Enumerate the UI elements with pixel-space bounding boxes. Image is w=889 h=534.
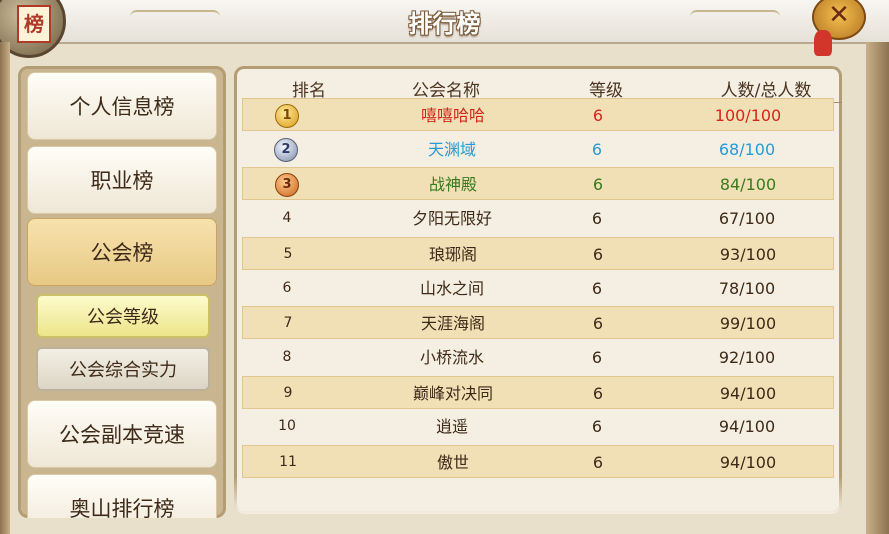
guild-name-cell: 逍遥 — [435, 417, 468, 437]
rank-medal-icon: 3 — [275, 173, 299, 198]
ranking-table: 排名 公会名称 等级 人数/总人数 1 嘻嘻哈哈 6 100/100 2 天渊域 6 68/1… — [234, 66, 842, 514]
scroll-fade — [234, 476, 842, 514]
sidebar-item-alterac-ranking[interactable]: 奥山排行榜 — [27, 474, 217, 518]
sidebar-item-guild[interactable]: 公会榜 — [27, 218, 217, 286]
rank-medal-icon: 2 — [274, 137, 298, 162]
subtab-label: 公会等级 — [87, 307, 159, 328]
members-cell: 68/100 — [718, 139, 776, 159]
guild-name-cell: 战神殿 — [428, 175, 477, 195]
sidebar-item-guild-dungeon-race[interactable]: 公会副本竞速 — [27, 400, 217, 468]
members-cell: 78/100 — [718, 278, 776, 298]
level-cell: 6 — [592, 314, 604, 334]
table-row[interactable]: 1 嘻嘻哈哈 6 100/100 — [242, 98, 834, 131]
rank-cell: 8 — [282, 348, 292, 365]
table-row[interactable]: 9 巅峰对决同 6 94/100 — [242, 375, 834, 409]
level-cell: 6 — [592, 244, 604, 264]
table-row[interactable]: 2 天渊域 6 68/100 — [242, 133, 834, 166]
guild-name-cell: 琅琊阁 — [428, 244, 477, 264]
members-cell: 100/100 — [714, 106, 782, 125]
members-cell: 94/100 — [719, 383, 777, 403]
subtab-guild-strength[interactable]: 公会综合实力 — [36, 347, 210, 391]
level-cell: 6 — [591, 139, 603, 159]
rank-medal-icon: 1 — [275, 104, 299, 128]
window-title: 排行榜 — [408, 10, 481, 38]
guild-name-cell: 山水之间 — [419, 278, 484, 298]
guild-name-cell: 巅峰对决同 — [412, 383, 493, 403]
table-row[interactable]: 11 傲世 6 94/100 — [242, 445, 834, 478]
table-row[interactable]: 8 小桥流水 6 92/100 — [242, 341, 834, 374]
sidebar-item-label: 奥山排行榜 — [69, 497, 175, 518]
table-row[interactable]: 6 山水之间 6 78/100 — [242, 272, 834, 305]
sidebar-item-label: 公会副本竞速 — [59, 423, 185, 447]
rank-cell: 4 — [282, 210, 292, 227]
guild-name-cell: 天涯海阁 — [420, 314, 485, 334]
rank-cell: 5 — [283, 245, 293, 262]
members-cell: 93/100 — [719, 244, 777, 264]
level-cell: 6 — [591, 278, 603, 298]
sidebar-item-label: 公会榜 — [90, 241, 154, 265]
frame-left-edge — [0, 42, 10, 534]
sidebar-item-label: 职业榜 — [90, 169, 154, 193]
rank-cell: 6 — [282, 279, 292, 296]
members-cell: 92/100 — [718, 347, 776, 367]
rank-cell: 11 — [279, 454, 297, 470]
category-sidebar: 个人信息榜 职业榜 公会榜 公会等级 公会综合实力 公会副本竞速 奥山排行榜 — [18, 66, 226, 518]
members-cell: 99/100 — [719, 314, 777, 334]
subtab-label: 公会综合实力 — [69, 360, 177, 381]
table-row[interactable]: 3 战神殿 6 84/100 — [242, 167, 834, 201]
level-cell: 6 — [592, 175, 604, 195]
members-cell: 67/100 — [718, 209, 776, 229]
rank-cell: 10 — [278, 418, 296, 435]
guild-name-cell: 天渊域 — [427, 139, 476, 159]
level-cell: 6 — [591, 347, 603, 367]
title-bar: 排行榜 — [0, 0, 889, 44]
tassel-decoration — [814, 30, 832, 56]
guild-name-cell: 夕阳无限好 — [411, 209, 492, 229]
rank-cell: 7 — [283, 315, 293, 332]
sidebar-item-profession[interactable]: 职业榜 — [27, 146, 217, 214]
level-cell: 6 — [592, 106, 604, 125]
rank-cell: 9 — [283, 384, 293, 401]
table-row[interactable]: 10 逍遥 6 94/100 — [242, 410, 834, 443]
level-cell: 6 — [592, 383, 604, 403]
members-cell: 94/100 — [719, 453, 777, 472]
subtab-guild-level[interactable]: 公会等级 — [36, 294, 210, 338]
table-row[interactable]: 7 天涯海阁 6 99/100 — [242, 306, 834, 340]
logo-text: 榜 — [17, 5, 51, 43]
table-row[interactable]: 4 夕阳无限好 6 67/100 — [242, 202, 834, 235]
frame-right-edge — [866, 42, 889, 534]
level-cell: 6 — [591, 417, 603, 437]
guild-name-cell: 小桥流水 — [419, 347, 484, 367]
sidebar-item-personal-info[interactable]: 个人信息榜 — [27, 72, 217, 140]
guild-name-cell: 傲世 — [436, 453, 469, 472]
close-icon: ✕ — [828, 0, 850, 30]
level-cell: 6 — [592, 453, 604, 472]
members-cell: 84/100 — [719, 175, 777, 195]
table-row[interactable]: 5 琅琊阁 6 93/100 — [242, 236, 834, 270]
guild-name-cell: 嘻嘻哈哈 — [420, 106, 485, 125]
level-cell: 6 — [591, 209, 603, 229]
sidebar-item-label: 个人信息榜 — [69, 95, 175, 119]
members-cell: 94/100 — [718, 417, 776, 437]
